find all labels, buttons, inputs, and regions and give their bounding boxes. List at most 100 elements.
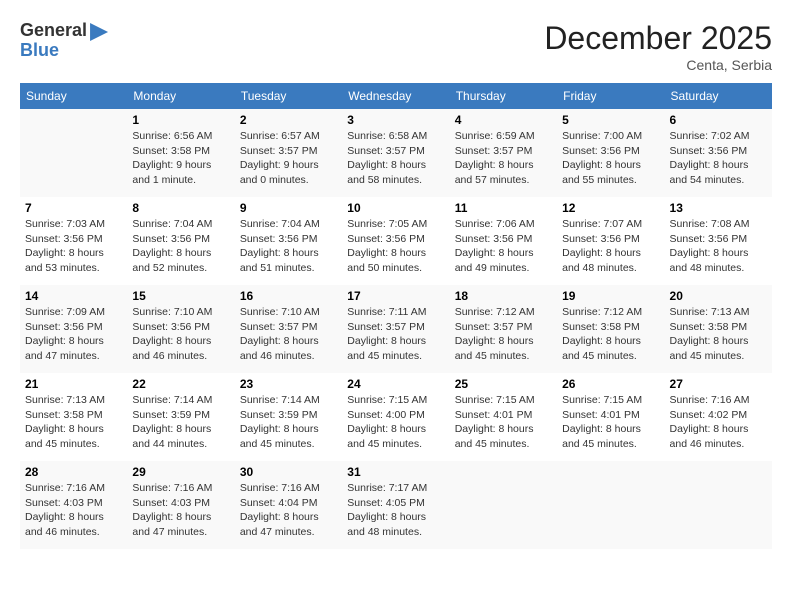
calendar-cell: 7 Sunrise: 7:03 AMSunset: 3:56 PMDaylight…: [20, 197, 127, 285]
day-info: Sunrise: 7:12 AMSunset: 3:58 PMDaylight:…: [562, 305, 659, 364]
day-number: 9: [240, 201, 337, 215]
calendar-cell: 24 Sunrise: 7:15 AMSunset: 4:00 PMDayligh…: [342, 373, 449, 461]
header-wednesday: Wednesday: [342, 83, 449, 109]
day-info: Sunrise: 7:03 AMSunset: 3:56 PMDaylight:…: [25, 217, 122, 276]
page-header: General Blue December 2025 Centa, Serbia: [20, 20, 772, 73]
calendar-cell: 6 Sunrise: 7:02 AMSunset: 3:56 PMDaylight…: [665, 109, 772, 197]
day-number: 6: [670, 113, 767, 127]
header-saturday: Saturday: [665, 83, 772, 109]
day-info: Sunrise: 7:12 AMSunset: 3:57 PMDaylight:…: [455, 305, 552, 364]
day-number: 27: [670, 377, 767, 391]
day-info: Sunrise: 7:10 AMSunset: 3:57 PMDaylight:…: [240, 305, 337, 364]
day-number: 25: [455, 377, 552, 391]
calendar-cell: [20, 109, 127, 197]
day-number: 20: [670, 289, 767, 303]
day-info: Sunrise: 6:57 AMSunset: 3:57 PMDaylight:…: [240, 129, 337, 188]
day-number: 5: [562, 113, 659, 127]
calendar-week-row: 7 Sunrise: 7:03 AMSunset: 3:56 PMDaylight…: [20, 197, 772, 285]
day-info: Sunrise: 7:15 AMSunset: 4:01 PMDaylight:…: [455, 393, 552, 452]
logo-text: General Blue: [20, 20, 108, 61]
header-tuesday: Tuesday: [235, 83, 342, 109]
day-number: 1: [132, 113, 229, 127]
title-section: December 2025 Centa, Serbia: [544, 20, 772, 73]
day-info: Sunrise: 7:07 AMSunset: 3:56 PMDaylight:…: [562, 217, 659, 276]
calendar-week-row: 1 Sunrise: 6:56 AMSunset: 3:58 PMDaylight…: [20, 109, 772, 197]
day-info: Sunrise: 7:14 AMSunset: 3:59 PMDaylight:…: [132, 393, 229, 452]
day-info: Sunrise: 7:10 AMSunset: 3:56 PMDaylight:…: [132, 305, 229, 364]
day-info: Sunrise: 7:08 AMSunset: 3:56 PMDaylight:…: [670, 217, 767, 276]
day-number: 2: [240, 113, 337, 127]
day-number: 23: [240, 377, 337, 391]
calendar-week-row: 14Sunrise: 7:09 AMSunset: 3:56 PMDayligh…: [20, 285, 772, 373]
calendar-week-row: 21 Sunrise: 7:13 AMSunset: 3:58 PMDayligh…: [20, 373, 772, 461]
month-year-title: December 2025: [544, 20, 772, 57]
calendar-cell: [665, 461, 772, 549]
calendar-table: SundayMondayTuesdayWednesdayThursdayFrid…: [20, 83, 772, 549]
day-number: 30: [240, 465, 337, 479]
header-sunday: Sunday: [20, 83, 127, 109]
calendar-cell: 5 Sunrise: 7:00 AMSunset: 3:56 PMDaylight…: [557, 109, 664, 197]
calendar-cell: 2 Sunrise: 6:57 AMSunset: 3:57 PMDaylight…: [235, 109, 342, 197]
day-number: 10: [347, 201, 444, 215]
day-info: Sunrise: 7:16 AMSunset: 4:03 PMDaylight:…: [25, 481, 122, 540]
day-info: Sunrise: 7:16 AMSunset: 4:03 PMDaylight:…: [132, 481, 229, 540]
day-info: Sunrise: 7:00 AMSunset: 3:56 PMDaylight:…: [562, 129, 659, 188]
calendar-cell: 11 Sunrise: 7:06 AMSunset: 3:56 PMDayligh…: [450, 197, 557, 285]
calendar-cell: 22Sunrise: 7:14 AMSunset: 3:59 PMDayligh…: [127, 373, 234, 461]
day-number: 17: [347, 289, 444, 303]
day-info: Sunrise: 7:16 AMSunset: 4:04 PMDaylight:…: [240, 481, 337, 540]
calendar-cell: 19 Sunrise: 7:12 AMSunset: 3:58 PMDayligh…: [557, 285, 664, 373]
calendar-cell: 29Sunrise: 7:16 AMSunset: 4:03 PMDayligh…: [127, 461, 234, 549]
day-info: Sunrise: 7:02 AMSunset: 3:56 PMDaylight:…: [670, 129, 767, 188]
logo-general: General: [20, 21, 87, 41]
calendar-cell: 28 Sunrise: 7:16 AMSunset: 4:03 PMDayligh…: [20, 461, 127, 549]
calendar-cell: 21 Sunrise: 7:13 AMSunset: 3:58 PMDayligh…: [20, 373, 127, 461]
day-number: 19: [562, 289, 659, 303]
calendar-cell: 1 Sunrise: 6:56 AMSunset: 3:58 PMDaylight…: [127, 109, 234, 197]
day-number: 21: [25, 377, 122, 391]
day-info: Sunrise: 7:15 AMSunset: 4:01 PMDaylight:…: [562, 393, 659, 452]
day-number: 18: [455, 289, 552, 303]
calendar-cell: 20 Sunrise: 7:13 AMSunset: 3:58 PMDayligh…: [665, 285, 772, 373]
calendar-week-row: 28 Sunrise: 7:16 AMSunset: 4:03 PMDayligh…: [20, 461, 772, 549]
day-info: Sunrise: 7:15 AMSunset: 4:00 PMDaylight:…: [347, 393, 444, 452]
day-info: Sunrise: 7:14 AMSunset: 3:59 PMDaylight:…: [240, 393, 337, 452]
day-number: 16: [240, 289, 337, 303]
day-info: Sunrise: 7:16 AMSunset: 4:02 PMDaylight:…: [670, 393, 767, 452]
day-info: Sunrise: 6:58 AMSunset: 3:57 PMDaylight:…: [347, 129, 444, 188]
day-number: 8: [132, 201, 229, 215]
logo-icon: [90, 23, 108, 41]
day-info: Sunrise: 7:06 AMSunset: 3:56 PMDaylight:…: [455, 217, 552, 276]
header-monday: Monday: [127, 83, 234, 109]
calendar-cell: 12 Sunrise: 7:07 AMSunset: 3:56 PMDayligh…: [557, 197, 664, 285]
day-number: 15: [132, 289, 229, 303]
calendar-cell: 30 Sunrise: 7:16 AMSunset: 4:04 PMDayligh…: [235, 461, 342, 549]
calendar-cell: 17 Sunrise: 7:11 AMSunset: 3:57 PMDayligh…: [342, 285, 449, 373]
day-number: 7: [25, 201, 122, 215]
calendar-cell: 14Sunrise: 7:09 AMSunset: 3:56 PMDayligh…: [20, 285, 127, 373]
header-friday: Friday: [557, 83, 664, 109]
day-number: 24: [347, 377, 444, 391]
day-number: 11: [455, 201, 552, 215]
day-info: Sunrise: 6:56 AMSunset: 3:58 PMDaylight:…: [132, 129, 229, 188]
day-info: Sunrise: 7:04 AMSunset: 3:56 PMDaylight:…: [132, 217, 229, 276]
day-info: Sunrise: 7:13 AMSunset: 3:58 PMDaylight:…: [670, 305, 767, 364]
calendar-header-row: SundayMondayTuesdayWednesdayThursdayFrid…: [20, 83, 772, 109]
day-info: Sunrise: 7:11 AMSunset: 3:57 PMDaylight:…: [347, 305, 444, 364]
day-number: 4: [455, 113, 552, 127]
calendar-cell: [557, 461, 664, 549]
calendar-cell: 26 Sunrise: 7:15 AMSunset: 4:01 PMDayligh…: [557, 373, 664, 461]
day-number: 28: [25, 465, 122, 479]
calendar-cell: 18 Sunrise: 7:12 AMSunset: 3:57 PMDayligh…: [450, 285, 557, 373]
calendar-cell: 4Sunrise: 6:59 AMSunset: 3:57 PMDaylight…: [450, 109, 557, 197]
day-info: Sunrise: 7:13 AMSunset: 3:58 PMDaylight:…: [25, 393, 122, 452]
day-number: 26: [562, 377, 659, 391]
calendar-cell: 31Sunrise: 7:17 AMSunset: 4:05 PMDayligh…: [342, 461, 449, 549]
day-number: 3: [347, 113, 444, 127]
day-info: Sunrise: 7:04 AMSunset: 3:56 PMDaylight:…: [240, 217, 337, 276]
calendar-cell: 25 Sunrise: 7:15 AMSunset: 4:01 PMDayligh…: [450, 373, 557, 461]
day-number: 13: [670, 201, 767, 215]
calendar-cell: 8 Sunrise: 7:04 AMSunset: 3:56 PMDaylight…: [127, 197, 234, 285]
calendar-cell: 16 Sunrise: 7:10 AMSunset: 3:57 PMDayligh…: [235, 285, 342, 373]
day-number: 12: [562, 201, 659, 215]
